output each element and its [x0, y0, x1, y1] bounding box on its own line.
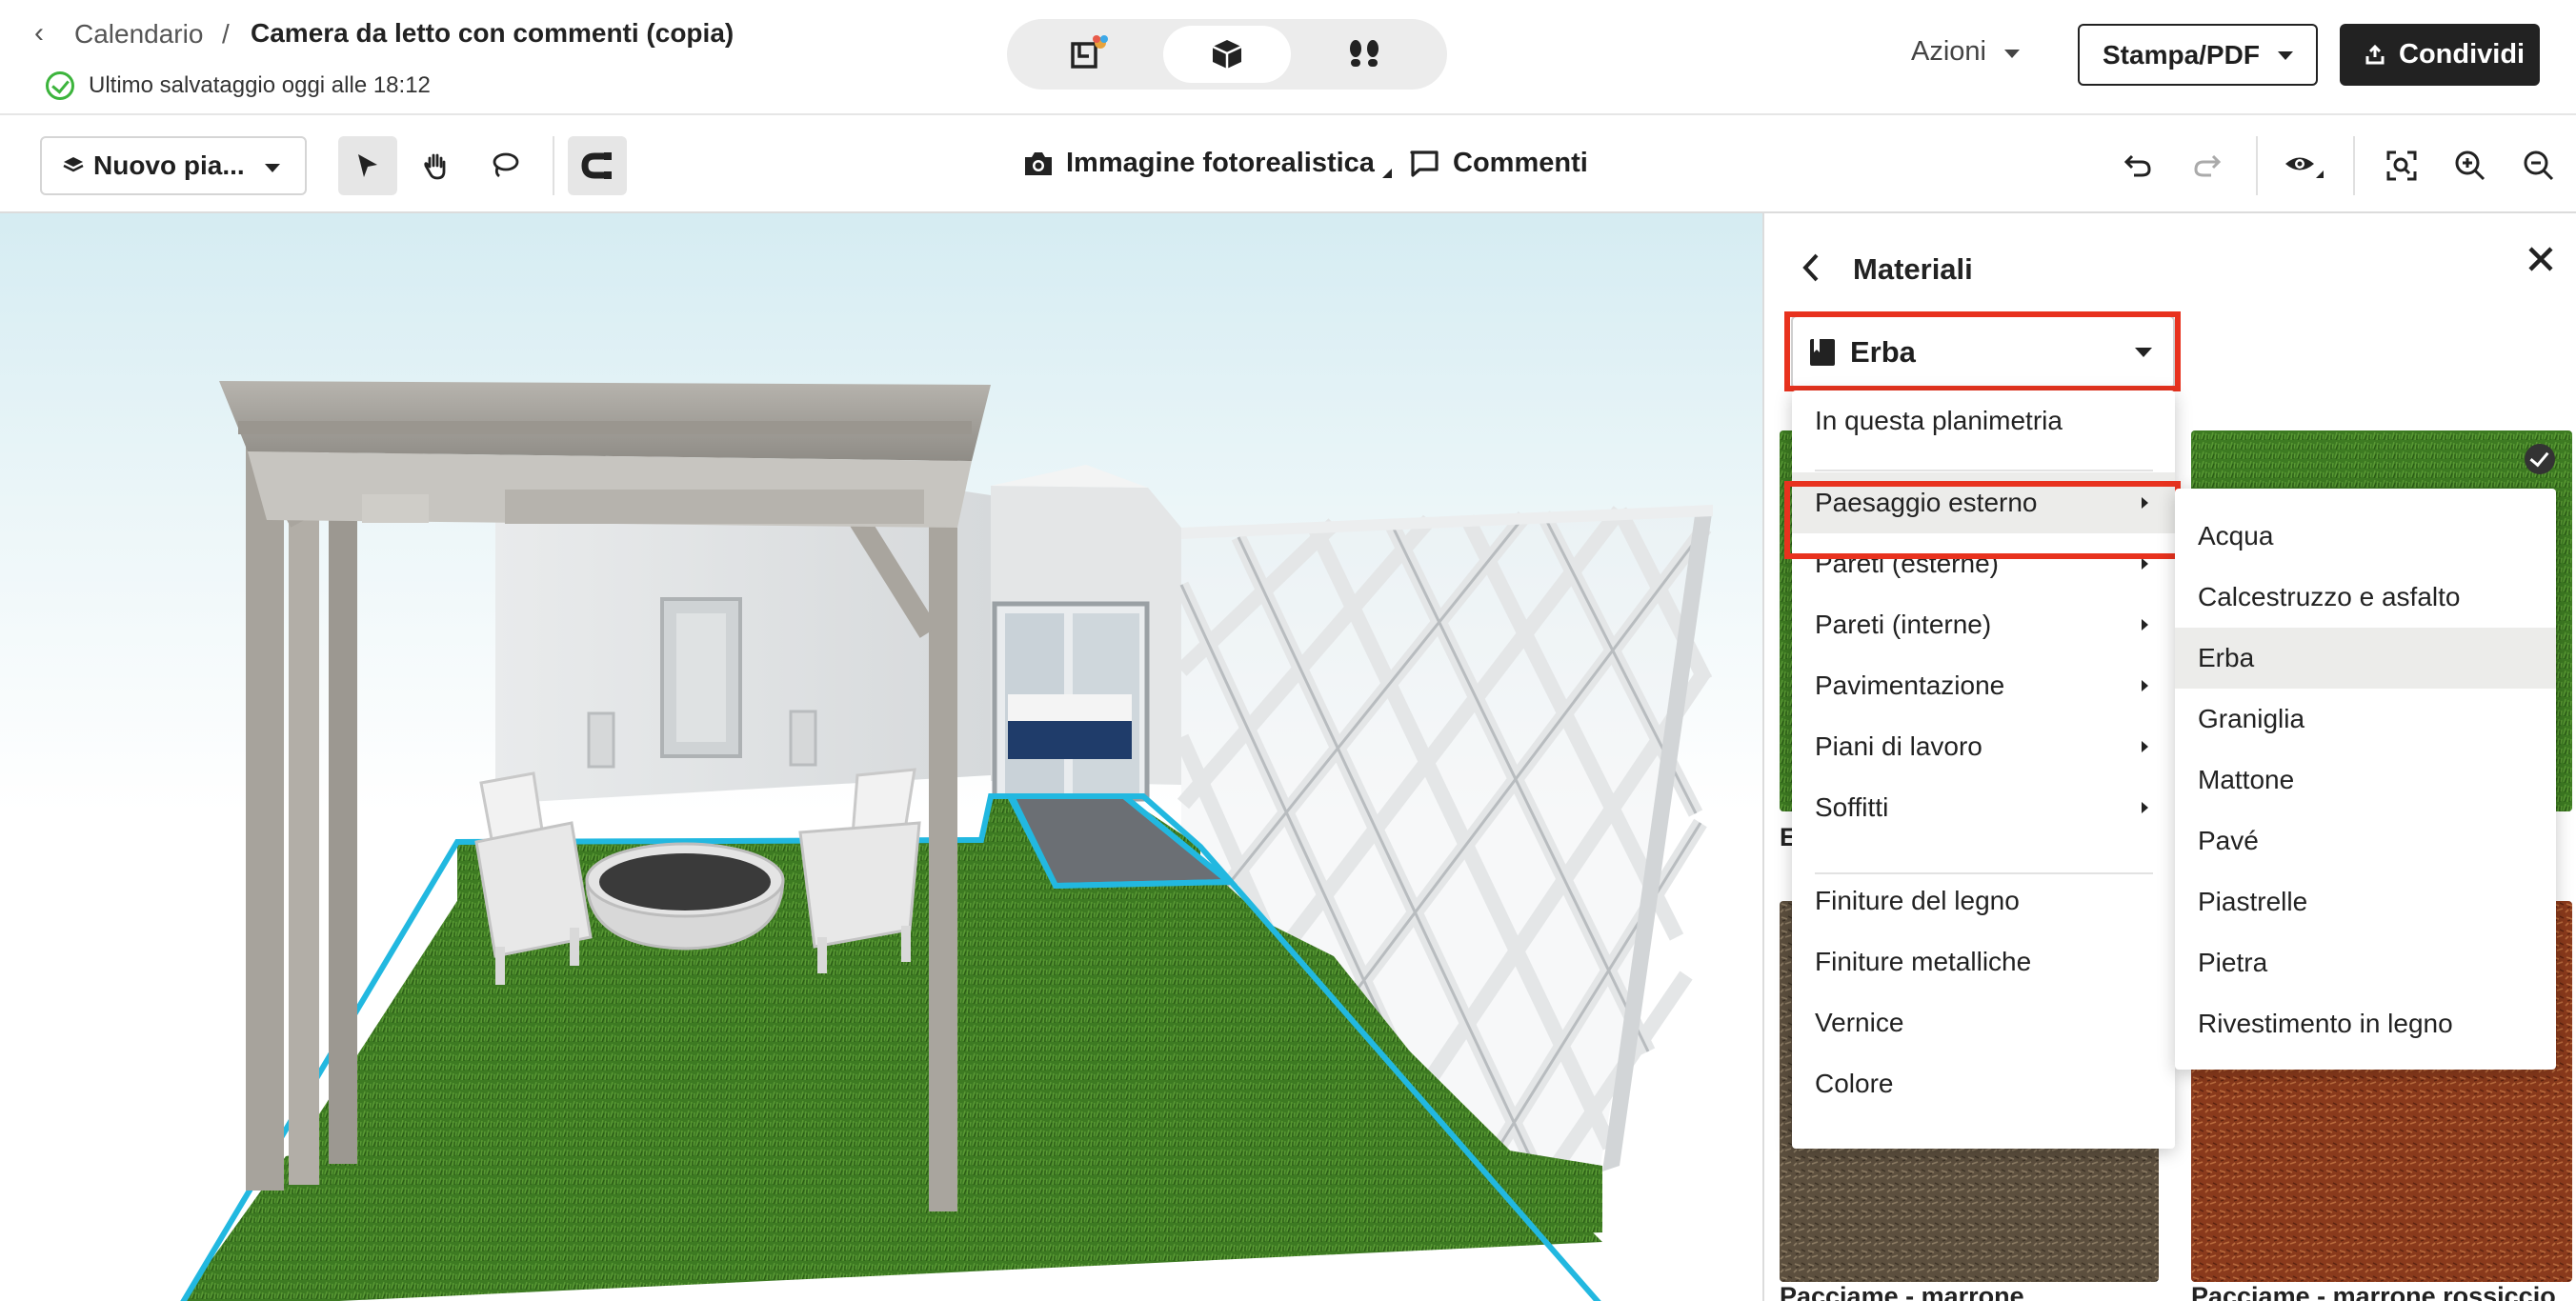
panel-title: Materiali	[1853, 252, 1973, 286]
menu-divider	[1815, 470, 2153, 471]
submenu-item[interactable]: Acqua	[2175, 506, 2556, 567]
menu-item[interactable]: Soffitti	[1792, 777, 2175, 838]
menu-item[interactable]: In questa planimetria	[1792, 390, 2175, 451]
print-caret-icon	[2278, 51, 2293, 60]
actions-menu[interactable]: Azioni	[1911, 36, 1986, 68]
redo-button[interactable]	[2178, 136, 2237, 195]
print-pdf-label: Stampa/PDF	[2103, 39, 2260, 70]
lasso-icon	[493, 152, 519, 178]
menu-item[interactable]: Colore	[1792, 1053, 2175, 1114]
zoom-in-button[interactable]	[2441, 136, 2500, 195]
menu-item[interactable]: Piani di lavoro	[1792, 716, 2175, 777]
selected-check-icon	[2525, 444, 2555, 474]
pan-tool-button[interactable]	[407, 136, 466, 195]
submenu-arrow-icon	[2142, 558, 2148, 570]
close-icon[interactable]	[2527, 246, 2554, 272]
snap-magnet-button[interactable]	[568, 136, 627, 195]
3d-box-icon	[1212, 40, 1242, 69]
submenu-item[interactable]: Pavé	[2175, 811, 2556, 871]
visibility-button[interactable]	[2275, 136, 2334, 195]
submenu-item-highlighted[interactable]: Erba	[2175, 628, 2556, 689]
submenu-arrow-icon	[2142, 802, 2148, 813]
fit-view-button[interactable]	[2372, 136, 2431, 195]
submenu-item[interactable]: Graniglia	[2175, 689, 2556, 750]
3d-scene[interactable]	[0, 213, 1762, 1301]
submenu-arrow-icon	[2142, 741, 2148, 752]
upload-share-icon	[2365, 44, 2385, 64]
photoreal-image-label: Immagine fotorealistica	[1066, 148, 1375, 178]
breadcrumb-parent-link[interactable]: Calendario	[74, 19, 203, 50]
back-chevron-icon[interactable]	[1801, 251, 1821, 284]
top-bar: ‹ Calendario / Camera da letto con comme…	[0, 0, 2576, 115]
print-pdf-button[interactable]: Stampa/PDF	[2078, 24, 2318, 86]
comments-label: Commenti	[1453, 148, 1588, 178]
menu-item[interactable]: Finiture del legno	[1792, 871, 2175, 931]
back-chevron-icon[interactable]: ‹	[34, 17, 44, 50]
menu-item[interactable]: Finiture metalliche	[1792, 931, 2175, 992]
menu-item[interactable]: Vernice	[1792, 992, 2175, 1053]
material-thumbnail-label: Pacciame - marrone rossiccio	[2191, 1282, 2556, 1301]
view-walkthrough-button[interactable]	[1300, 26, 1428, 83]
material-thumbnail-label: Pacciame - marrone	[1780, 1282, 2024, 1301]
layer-select[interactable]: Nuovo pia...	[40, 136, 307, 195]
eye-icon	[2285, 157, 2324, 178]
walkthrough-footsteps-icon	[1350, 40, 1379, 67]
zoom-in-icon	[2455, 150, 2485, 181]
comments-button[interactable]: Commenti	[1409, 148, 1588, 179]
undo-button[interactable]	[2108, 136, 2167, 195]
save-status: Ultimo salvataggio oggi alle 18:12	[89, 72, 431, 98]
magnet-icon	[581, 152, 612, 179]
toolbar-divider	[2256, 136, 2258, 195]
comment-bubble-icon	[1410, 150, 1439, 177]
3d-viewport[interactable]	[0, 213, 1762, 1301]
menu-item[interactable]: Pareti (interne)	[1792, 594, 2175, 655]
submenu-item[interactable]: Mattone	[2175, 750, 2556, 811]
redo-icon	[2194, 154, 2222, 177]
project-title[interactable]: Camera da letto con commenti (copia)	[251, 18, 734, 49]
layers-icon	[63, 157, 84, 172]
undo-icon	[2123, 154, 2151, 177]
layer-caret-icon	[265, 164, 280, 172]
menu-item[interactable]: Pavimentazione	[1792, 655, 2175, 716]
breadcrumb-separator: /	[222, 19, 230, 49]
actions-caret-icon	[2004, 50, 2020, 58]
hand-icon	[424, 153, 446, 180]
save-check-icon	[46, 71, 74, 100]
toolbar-divider	[553, 136, 554, 195]
submenu-arrow-icon	[2142, 680, 2148, 691]
toolbar-divider	[2353, 136, 2355, 195]
focus-frame-icon	[2386, 150, 2417, 181]
submenu-item[interactable]: Pietra	[2175, 932, 2556, 993]
submenu-item[interactable]: Piastrelle	[2175, 871, 2556, 932]
cursor-arrow-icon	[358, 154, 377, 177]
view-mode-switch	[1007, 19, 1447, 90]
highlight-box	[1784, 481, 2181, 559]
view-2d-button[interactable]	[1026, 26, 1154, 83]
zoom-out-button[interactable]	[2509, 136, 2568, 195]
select-tool-button[interactable]	[338, 136, 397, 195]
submenu-item[interactable]: Calcestruzzo e asfalto	[2175, 567, 2556, 628]
toolbar: Nuovo pia... Immagine fotorealistica Com…	[0, 115, 2576, 213]
fire-pit[interactable]	[585, 842, 785, 951]
photoreal-image-button[interactable]: Immagine fotorealistica	[1022, 148, 1392, 179]
landscape-submenu: Acqua Calcestruzzo e asfalto Erba Granig…	[2175, 489, 2556, 1070]
zoom-out-icon	[2524, 150, 2554, 181]
share-button[interactable]: Condividi	[2340, 24, 2540, 86]
lasso-tool-button[interactable]	[475, 136, 534, 195]
camera-icon	[1025, 151, 1052, 175]
submenu-item[interactable]: Rivestimento in legno	[2175, 993, 2556, 1054]
corner-caret-icon	[1381, 168, 1392, 178]
share-label: Condividi	[2399, 39, 2526, 70]
submenu-arrow-icon	[2142, 619, 2148, 630]
layer-select-value: Nuovo pia...	[93, 150, 245, 180]
view-3d-button[interactable]	[1163, 26, 1291, 83]
highlight-box	[1784, 311, 2181, 391]
2d-plan-icon	[1071, 35, 1108, 69]
